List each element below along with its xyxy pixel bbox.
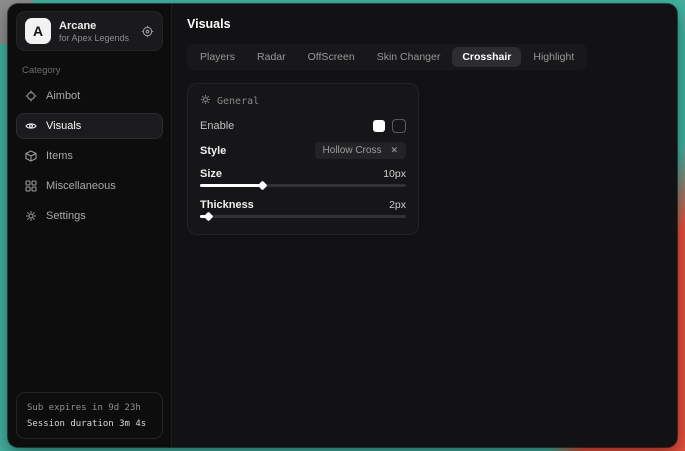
app-logo: A: [25, 18, 51, 44]
sidebar-spacer: [8, 231, 171, 384]
gear-icon: [25, 210, 37, 222]
tab-highlight[interactable]: Highlight: [523, 47, 584, 67]
size-value: 10px: [383, 168, 406, 180]
tab-radar[interactable]: Radar: [247, 47, 296, 67]
eye-icon: [25, 120, 37, 132]
thickness-row: Thickness 2px: [200, 199, 406, 211]
app-header-card: A Arcane for Apex Legends: [16, 11, 163, 51]
enable-checkbox[interactable]: [392, 119, 406, 133]
color-swatch[interactable]: [373, 120, 385, 132]
size-row: Size 10px: [200, 168, 406, 180]
session-duration-text: Session duration 3m 4s: [27, 417, 152, 431]
size-slider-thumb[interactable]: [257, 181, 267, 191]
sidebar-item-visuals[interactable]: Visuals: [16, 113, 163, 139]
general-section-header: General: [200, 94, 406, 108]
style-row: Style Hollow Cross ✕: [200, 142, 406, 159]
section-title: General: [217, 96, 259, 107]
thickness-label: Thickness: [200, 199, 254, 211]
subscription-info-card: Sub expires in 9d 23h Session duration 3…: [16, 392, 163, 439]
style-label: Style: [200, 145, 226, 157]
style-chip[interactable]: Hollow Cross ✕: [315, 142, 406, 159]
tab-offscreen[interactable]: OffScreen: [298, 47, 365, 67]
sidebar-item-label: Items: [46, 150, 73, 162]
general-panel: General Enable Style Hollow Cross ✕: [187, 83, 419, 235]
sidebar-item-label: Miscellaneous: [46, 180, 116, 192]
thickness-value: 2px: [389, 199, 406, 211]
thickness-slider[interactable]: [200, 215, 406, 218]
app-subtitle: for Apex Legends: [59, 33, 129, 43]
size-slider[interactable]: [200, 184, 406, 187]
tab-crosshair[interactable]: Crosshair: [452, 47, 521, 67]
sidebar: A Arcane for Apex Legends Category: [8, 4, 172, 447]
sidebar-item-label: Settings: [46, 210, 86, 222]
sidebar-item-items[interactable]: Items: [16, 143, 163, 169]
box-icon: [25, 150, 37, 162]
remove-style-icon[interactable]: ✕: [390, 145, 398, 156]
thickness-slider-thumb[interactable]: [204, 212, 214, 222]
enable-row: Enable: [200, 119, 406, 133]
desktop-background: A Arcane for Apex Legends Category: [0, 0, 685, 451]
tab-players[interactable]: Players: [190, 47, 245, 67]
visuals-tab-bar: Players Radar OffScreen Skin Changer Cro…: [187, 44, 587, 70]
target-icon[interactable]: [141, 25, 154, 38]
enable-controls: [373, 119, 406, 133]
size-label: Size: [200, 168, 222, 180]
tab-skin-changer[interactable]: Skin Changer: [367, 47, 451, 67]
page-title: Visuals: [187, 17, 662, 31]
crosshair-icon: [25, 90, 37, 102]
sidebar-item-settings[interactable]: Settings: [16, 203, 163, 229]
sidebar-item-aimbot[interactable]: Aimbot: [16, 83, 163, 109]
sidebar-item-label: Visuals: [46, 120, 81, 132]
grid-icon: [25, 180, 37, 192]
arcane-window: A Arcane for Apex Legends Category: [8, 4, 677, 447]
app-text: Arcane for Apex Legends: [59, 20, 129, 43]
enable-label: Enable: [200, 120, 234, 132]
size-slider-fill: [200, 184, 262, 187]
style-value: Hollow Cross: [323, 145, 382, 156]
sidebar-item-label: Aimbot: [46, 90, 80, 102]
sidebar-item-miscellaneous[interactable]: Miscellaneous: [16, 173, 163, 199]
sub-expiry-text: Sub expires in 9d 23h: [27, 400, 152, 416]
category-label: Category: [22, 65, 157, 76]
thickness-slider-fill: [200, 215, 208, 218]
main-content: Visuals Players Radar OffScreen Skin Cha…: [172, 4, 677, 447]
app-title: Arcane: [59, 20, 129, 32]
gear-icon: [200, 94, 211, 108]
